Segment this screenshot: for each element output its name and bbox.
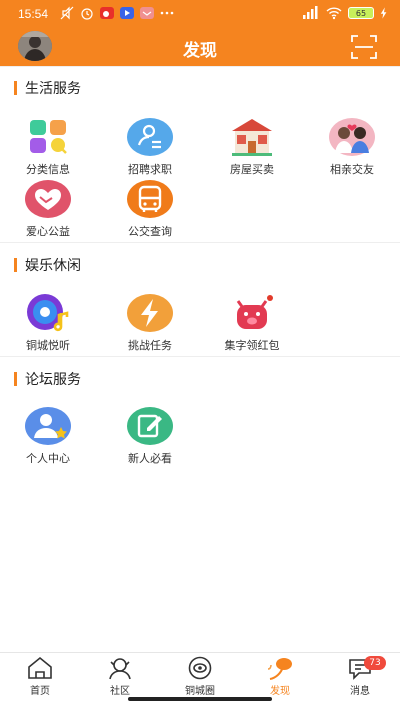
tile-user-center[interactable]: 个人中心 <box>8 406 88 468</box>
mute-icon <box>60 6 74 20</box>
tile-label: 招聘求职 <box>128 163 172 176</box>
video-app-icon <box>120 7 134 19</box>
tab-community[interactable]: 社区 <box>80 655 160 699</box>
tile-label: 相亲交友 <box>330 163 374 176</box>
community-icon <box>109 658 131 680</box>
tab-label: 社区 <box>110 686 130 697</box>
job-icon <box>127 118 173 156</box>
tile-label: 分类信息 <box>26 163 70 176</box>
tile-red-packet[interactable]: 集字领红包 <box>212 293 292 355</box>
battery-indicator: 65 <box>348 7 374 19</box>
tile-music[interactable]: 铜城悦听 <box>8 293 88 355</box>
wifi-icon <box>326 7 342 20</box>
divider <box>0 66 400 67</box>
music-disc-icon <box>27 294 69 332</box>
tile-label: 公交查询 <box>128 225 172 238</box>
tile-label: 铜城悦听 <box>26 339 70 352</box>
circle-icon <box>188 656 212 680</box>
tile-category-info[interactable]: 分类信息 <box>8 117 88 179</box>
category-icon <box>30 120 67 154</box>
tile-bus[interactable]: 公交查询 <box>110 179 190 241</box>
tile-charity[interactable]: 爱心公益 <box>8 179 88 241</box>
signal-icon <box>303 6 318 19</box>
tile-job[interactable]: 招聘求职 <box>110 117 190 179</box>
tile-label: 挑战任务 <box>128 339 172 352</box>
tile-label: 个人中心 <box>26 452 70 465</box>
status-time: 15:54 <box>18 7 49 21</box>
tab-circle[interactable]: 铜城圈 <box>160 655 240 699</box>
dating-icon <box>329 118 375 156</box>
tab-label: 消息 <box>350 686 370 697</box>
edit-icon <box>127 407 173 445</box>
tile-label: 新人必看 <box>128 452 172 465</box>
scan-icon[interactable] <box>350 33 378 61</box>
tab-label: 首页 <box>30 686 50 697</box>
lightning-icon <box>127 294 173 332</box>
divider <box>0 356 400 357</box>
bus-icon <box>127 180 173 218</box>
more-dots-icon <box>160 11 174 15</box>
charity-icon <box>25 180 71 218</box>
alarm-icon <box>81 8 93 20</box>
section-title: 生活服务 <box>25 81 81 97</box>
home-icon <box>28 656 52 679</box>
tile-challenge[interactable]: 挑战任务 <box>110 293 190 355</box>
home-indicator <box>128 697 272 701</box>
section-accent-bar <box>14 258 17 272</box>
page-title: 发现 <box>183 41 217 61</box>
tab-messages[interactable]: 消息 73 <box>320 655 400 699</box>
section-header-life: 生活服务 <box>14 78 81 98</box>
divider <box>0 242 400 243</box>
tile-label: 房屋买卖 <box>230 163 274 176</box>
status-bar: 15:54 65 <box>0 0 400 28</box>
tab-home[interactable]: 首页 <box>0 655 80 699</box>
section-accent-bar <box>14 372 17 386</box>
tab-discover[interactable]: 发现 <box>240 655 320 699</box>
status-notification-icons <box>60 6 174 20</box>
section-header-entertainment: 娱乐休闲 <box>14 255 81 275</box>
piggy-icon <box>236 295 273 329</box>
section-title: 论坛服务 <box>25 372 81 388</box>
message-count-badge: 73 <box>364 656 386 670</box>
tab-label: 发现 <box>270 686 290 697</box>
tab-label: 铜城圈 <box>185 686 215 697</box>
tile-label: 爱心公益 <box>26 225 70 238</box>
section-accent-bar <box>14 81 17 95</box>
status-system-icons: 65 <box>302 6 388 20</box>
discover-icon <box>267 658 292 680</box>
charging-icon <box>380 7 387 19</box>
user-center-icon <box>25 407 71 445</box>
tile-dating[interactable]: 相亲交友 <box>312 117 392 179</box>
tile-label: 集字领红包 <box>224 339 280 352</box>
app-header: 发现 <box>0 28 400 66</box>
app-notify-icon <box>140 7 154 19</box>
section-header-forum: 论坛服务 <box>14 369 81 389</box>
tile-house[interactable]: 房屋买卖 <box>212 117 292 179</box>
weibo-icon <box>100 7 114 19</box>
bottom-tab-bar: 首页 社区 铜城圈 发现 消息 73 <box>0 652 400 703</box>
tile-newbie[interactable]: 新人必看 <box>110 406 190 468</box>
house-icon <box>232 119 272 156</box>
section-title: 娱乐休闲 <box>25 258 81 274</box>
